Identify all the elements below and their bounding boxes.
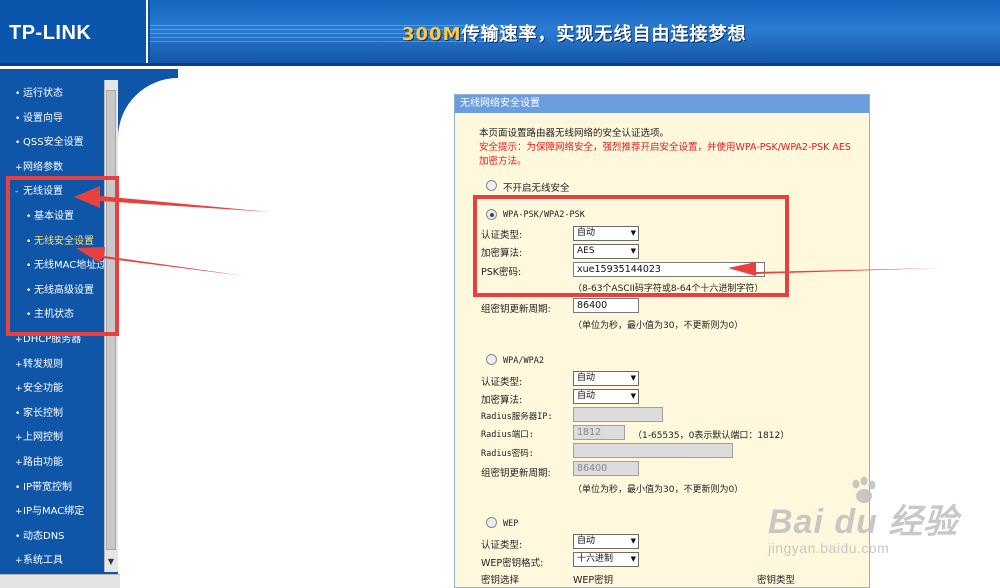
sidebar-item-label: QSS安全设置 — [23, 137, 84, 149]
wpa-auth-value: 自动 — [577, 373, 596, 383]
sidebar-item-label: IP带宽控制 — [23, 481, 72, 493]
panel-title: 无线网络安全设置 — [455, 95, 869, 113]
wep-format-label: WEP密钥格式: — [481, 558, 544, 569]
wep-format-value: 十六进制 — [577, 554, 614, 564]
sidebar-item[interactable]: • 动态DNS — [0, 525, 104, 550]
wpa-auth-select[interactable]: 自动 ▼ — [573, 371, 639, 386]
sidebar-item[interactable]: + 路由功能 — [0, 451, 104, 476]
wep-col-key: WEP密钥 — [573, 575, 614, 586]
bullet-icon: • — [15, 138, 21, 149]
sidebar-item-label: 转发规则 — [23, 358, 63, 370]
sidebar-item-label: 系统工具 — [23, 555, 63, 567]
sidebar-item-label: 运行状态 — [23, 88, 63, 99]
sidebar-item[interactable]: + 安全功能 — [0, 377, 104, 402]
wpa-psk-renew-input[interactable]: 86400 — [573, 298, 639, 313]
expand-icon: + — [15, 359, 23, 370]
radius-ip-input[interactable] — [573, 407, 663, 422]
wpa-renew-label: 组密钥更新周期: — [481, 468, 551, 479]
wpa-enc-select[interactable]: 自动 ▼ — [573, 389, 639, 404]
banner-slogan-text: 传输速率，实现无线自由连接梦想 — [461, 24, 747, 45]
radius-port-label: Radius端口: — [481, 430, 534, 440]
banner-speed: 300M — [402, 24, 462, 45]
wep-auth-select[interactable]: 自动 ▼ — [573, 534, 639, 549]
expand-icon: + — [15, 457, 23, 468]
sidebar-item[interactable]: • QSS安全设置 — [0, 131, 104, 156]
wpa-title: WPA/WPA2 — [503, 356, 544, 366]
sidebar-item[interactable]: • 运行状态 — [0, 82, 104, 107]
chevron-down-icon: ▼ — [630, 537, 636, 545]
radio-wep[interactable] — [486, 517, 497, 528]
horizontal-scrollbar[interactable] — [0, 574, 120, 588]
wpa-enc-label: 加密算法: — [481, 395, 523, 406]
router-admin-page: TP-LINK 300M传输速率，实现无线自由连接梦想 • 运行状态 • 设置向导 • Q… — [0, 0, 1000, 588]
wep-auth-value: 自动 — [577, 536, 596, 546]
expand-icon: + — [15, 556, 23, 567]
radius-password-label: Radius密码: — [481, 449, 534, 459]
wep-auth-label: 认证类型: — [481, 540, 523, 551]
sidebar-item-label: IP与MAC绑定 — [23, 506, 85, 518]
sidebar-item-label: 上网控制 — [23, 432, 63, 444]
radius-port-hint: （1-65535，0表示默认端口：1812） — [633, 431, 790, 441]
sidebar-item[interactable]: + 转发规则 — [0, 353, 104, 378]
expand-icon: + — [15, 433, 23, 444]
sidebar-item-label: 动态DNS — [23, 530, 65, 542]
sidebar-item[interactable]: • IP带宽控制 — [0, 476, 104, 501]
chevron-down-icon: ▼ — [630, 374, 636, 382]
wpa-renew-hint: （单位为秒，最小值为30，不更新则为0） — [573, 485, 744, 495]
chevron-down-icon: ▼ — [630, 392, 636, 400]
expand-icon: + — [15, 384, 23, 395]
sidebar-item-label: 安全功能 — [23, 383, 63, 395]
expand-icon: + — [15, 507, 23, 518]
wpa-auth-label: 认证类型: — [481, 377, 523, 388]
wep-format-select[interactable]: 十六进制 ▼ — [573, 552, 639, 567]
bullet-icon: • — [15, 482, 21, 493]
watermark-url: jingyan.baidu.com — [768, 540, 890, 556]
bullet-icon: • — [15, 113, 21, 124]
sidebar-item[interactable]: • 设置向导 — [0, 107, 104, 132]
scroll-down-arrow-icon[interactable]: ▼ — [106, 556, 116, 568]
intro-text: 本页面设置路由器无线网络的安全认证选项。 — [479, 128, 670, 139]
watermark-brand: Bai du 经验 — [768, 503, 959, 541]
sidebar-item-label: 路由功能 — [23, 456, 63, 468]
radius-password-input[interactable] — [573, 443, 733, 458]
banner-slogan: 300M传输速率，实现无线自由连接梦想 — [402, 20, 747, 46]
chevron-down-icon: ▼ — [630, 555, 636, 563]
wpa-psk-renew-hint: （单位为秒，最小值为30，不更新则为0） — [573, 321, 744, 331]
security-warning-line1: 安全提示：为保障网络安全，强烈推荐开启安全设置，并使用WPA-PSK/WPA2-… — [479, 142, 851, 153]
bullet-icon: • — [15, 531, 21, 542]
wpa-psk-renew-label: 组密钥更新周期: — [481, 304, 551, 315]
banner: 300M传输速率，实现无线自由连接梦想 — [150, 0, 1000, 63]
security-warning-line2: 加密方法。 — [479, 156, 527, 167]
bullet-icon: • — [15, 408, 21, 419]
sidebar-item[interactable]: • 家长控制 — [0, 402, 104, 427]
sidebar-item-label: 家长控制 — [23, 407, 63, 419]
header: TP-LINK 300M传输速率，实现无线自由连接梦想 — [0, 0, 1000, 66]
tp-link-logo: TP-LINK — [0, 0, 148, 63]
wpa-renew-input[interactable]: 86400 — [573, 461, 639, 476]
annotation-box-wpa-psk — [473, 195, 789, 297]
annotation-box-menu — [6, 176, 119, 336]
baidu-watermark: Bai du 经验 jingyan.baidu.com — [748, 476, 968, 576]
wpa-enc-value: 自动 — [577, 391, 596, 401]
sidebar-item-label: 设置向导 — [23, 112, 63, 124]
wep-col-key-select: 密钥选择 — [481, 575, 520, 586]
sidebar-item[interactable]: + IP与MAC绑定 — [0, 500, 104, 525]
wep-title: WEP — [503, 519, 519, 529]
radio-security-off[interactable] — [486, 180, 497, 191]
radio-wpa[interactable] — [486, 354, 497, 365]
sidebar-item[interactable]: + 上网控制 — [0, 426, 104, 451]
radius-ip-label: Radius服务器IP: — [481, 412, 553, 422]
radius-port-input[interactable]: 1812 — [573, 425, 625, 440]
security-off-label: 不开启无线安全 — [503, 183, 570, 194]
sidebar-item[interactable]: + 系统工具 — [0, 549, 104, 574]
content-corner — [118, 78, 188, 588]
bullet-icon: • — [15, 89, 21, 99]
